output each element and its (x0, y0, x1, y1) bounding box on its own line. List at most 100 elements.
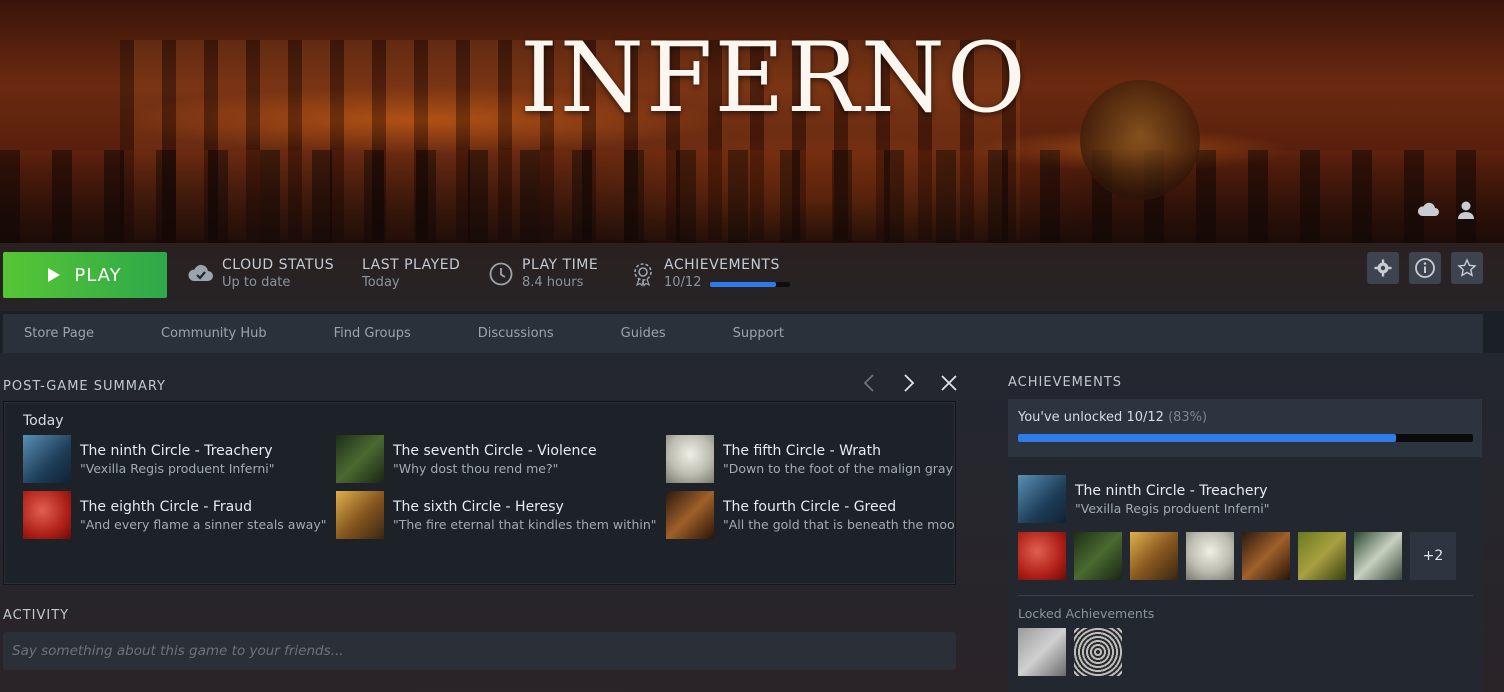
summary-achievement[interactable]: The seventh Circle - Violence "Why dost t… (336, 435, 597, 483)
achievement-thumb (336, 435, 384, 483)
featured-achievement[interactable]: The ninth Circle - Treachery "Vexilla Reg… (1018, 475, 1270, 523)
achievement-name: The fourth Circle - Greed (723, 499, 897, 515)
gear-icon (1374, 259, 1392, 277)
summary-achievement[interactable]: The fifth Circle - Wrath "Down to the foo… (666, 435, 956, 483)
clock-icon (489, 262, 513, 286)
trophy-badge-icon (634, 263, 652, 287)
divider (1018, 595, 1473, 596)
summary-achievement[interactable]: The ninth Circle - Treachery "Vexilla Reg… (23, 435, 275, 483)
last-played-value: Today (362, 275, 400, 290)
summary-achievement[interactable]: The sixth Circle - Heresy "The fire etern… (336, 491, 657, 539)
post-game-summary-title: POST-GAME SUMMARY (3, 379, 167, 394)
achievement-thumb[interactable] (1074, 532, 1122, 580)
nav-find-groups[interactable]: Find Groups (334, 326, 411, 341)
achievement-thumb (23, 491, 71, 539)
activity-input[interactable]: Say something about this game to your fr… (3, 632, 956, 670)
locked-achievement-thumb[interactable] (1074, 628, 1122, 676)
last-played-label: LAST PLAYED (362, 257, 461, 273)
achievement-quote: "Why dost thou rend me?" (393, 461, 559, 476)
info-icon (1415, 258, 1435, 278)
chevron-right-icon (904, 374, 915, 392)
game-nav: Store Page Community Hub Find Groups Dis… (3, 314, 1483, 353)
achievement-thumb[interactable] (1018, 532, 1066, 580)
action-bar: PLAY CLOUD STATUS Up to date LAST PLAYED… (0, 243, 1504, 311)
unlock-progress-fill (1018, 434, 1396, 442)
achievements-progress-fill (710, 282, 777, 287)
play-time: PLAY TIME 8.4 hours (488, 257, 598, 290)
achievement-quote: "The fire eternal that kindles them with… (393, 517, 657, 532)
play-time-value: 8.4 hours (522, 275, 584, 290)
unlocked-thumbs: +2 (1018, 532, 1456, 580)
achievement-thumb[interactable] (1354, 532, 1402, 580)
unlock-progress-bar (1018, 434, 1473, 442)
unlock-summary[interactable]: You've unlocked 10/12 (83%) (1008, 399, 1482, 457)
next-button[interactable] (898, 372, 920, 394)
achievement-thumb[interactable] (1186, 532, 1234, 580)
achievements-title: ACHIEVEMENTS (1008, 375, 1123, 390)
achievement-name: The eighth Circle - Fraud (80, 499, 252, 515)
achievement-thumb (666, 491, 714, 539)
unlock-count: You've unlocked 10/12 (1018, 410, 1164, 425)
play-button[interactable]: PLAY (3, 252, 167, 298)
achievement-name: The seventh Circle - Violence (393, 443, 597, 459)
locked-thumbs (1018, 628, 1122, 676)
cloud-check-icon (188, 264, 213, 281)
summary-controls (858, 372, 960, 394)
cloud-status: CLOUD STATUS Up to date (188, 257, 334, 290)
achievement-name: The sixth Circle - Heresy (393, 499, 564, 515)
achievement-quote: "Vexilla Regis produent Inferni" (80, 461, 275, 476)
nav-store-page[interactable]: Store Page (24, 326, 94, 341)
last-played: LAST PLAYED Today (362, 257, 460, 290)
nav-discussions[interactable]: Discussions (478, 326, 554, 341)
cloud-status-value: Up to date (222, 275, 291, 290)
chevron-left-icon (863, 374, 874, 392)
play-time-label: PLAY TIME (522, 257, 599, 273)
achievement-name: The ninth Circle - Treachery (80, 443, 273, 459)
unlock-text: You've unlocked 10/12 (83%) (1018, 410, 1207, 425)
star-icon (1457, 258, 1477, 277)
achievement-thumb (336, 491, 384, 539)
close-button[interactable] (938, 372, 960, 394)
hero-banner: INFERNO (0, 0, 1504, 243)
summary-achievement[interactable]: The eighth Circle - Fraud "And every flam… (23, 491, 326, 539)
achievement-thumb[interactable] (1298, 532, 1346, 580)
achievement-name: The fifth Circle - Wrath (723, 443, 881, 459)
achievement-thumb (23, 435, 71, 483)
achievement-thumb[interactable] (1130, 532, 1178, 580)
play-icon (48, 268, 61, 282)
achievements-progress-bar (710, 282, 790, 287)
achievement-thumb (666, 435, 714, 483)
prev-button[interactable] (858, 372, 880, 394)
locked-achievements-label: Locked Achievements (1018, 606, 1155, 621)
achievement-thumb[interactable] (1242, 532, 1290, 580)
locked-achievement-thumb[interactable] (1018, 628, 1066, 676)
user-icon[interactable] (1454, 200, 1478, 220)
nav-support[interactable]: Support (733, 326, 784, 341)
close-icon (941, 375, 957, 391)
achievements-stat[interactable]: ACHIEVEMENTS 10/12 (630, 257, 790, 290)
achievements-label: ACHIEVEMENTS (664, 257, 780, 273)
hero-icons (1416, 200, 1478, 220)
unlock-percent: (83%) (1168, 410, 1208, 425)
achievement-quote: "Down to the foot of the malign gray s (723, 461, 956, 476)
nav-guides[interactable]: Guides (621, 326, 666, 341)
favorite-button[interactable] (1451, 252, 1483, 284)
nav-community-hub[interactable]: Community Hub (161, 326, 267, 341)
summary-day-label: Today (23, 413, 64, 429)
achievement-quote: "All the gold that is beneath the moon" (723, 517, 956, 532)
info-button[interactable] (1409, 252, 1441, 284)
summary-achievement[interactable]: The fourth Circle - Greed "All the gold t… (666, 491, 956, 539)
achievement-quote: "Vexilla Regis produent Inferni" (1075, 501, 1270, 516)
settings-button[interactable] (1367, 252, 1399, 284)
hero-fade (0, 153, 1504, 243)
achievement-quote: "And every flame a sinner steals away" (80, 517, 327, 532)
cloud-icon[interactable] (1416, 200, 1440, 220)
achievement-name: The ninth Circle - Treachery (1075, 483, 1268, 499)
more-achievements-badge[interactable]: +2 (1410, 532, 1456, 580)
achievement-thumb (1018, 475, 1066, 523)
post-game-summary: Today The ninth Circle - Treachery "Vexil… (3, 401, 956, 585)
cloud-status-label: CLOUD STATUS (222, 257, 335, 273)
achievements-panel: You've unlocked 10/12 (83%) The ninth Ci… (1008, 399, 1482, 692)
game-logo: INFERNO (520, 22, 1028, 134)
activity-title: ACTIVITY (3, 608, 70, 623)
